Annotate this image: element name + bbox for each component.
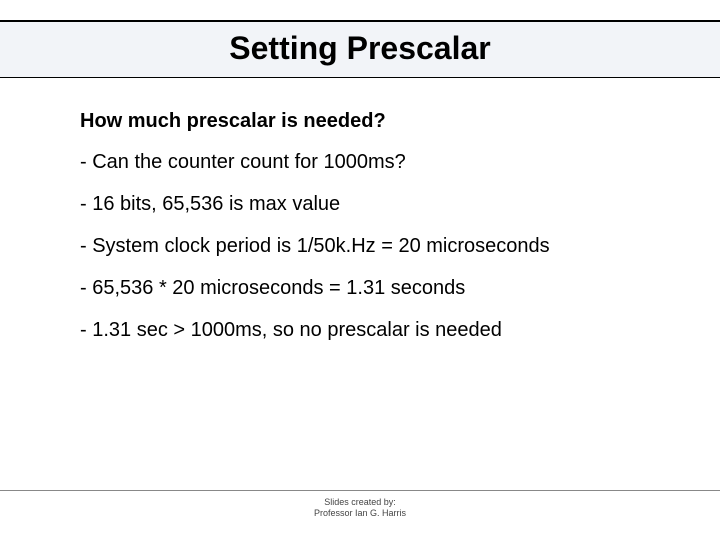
bullet-item: - Can the counter count for 1000ms? [80, 149, 660, 175]
bullet-item: - 16 bits, 65,536 is max value [80, 191, 660, 217]
bullet-item: - 65,536 * 20 microseconds = 1.31 second… [80, 275, 660, 301]
bullet-item: - 1.31 sec > 1000ms, so no prescalar is … [80, 317, 660, 343]
slide: Setting Prescalar How much prescalar is … [0, 0, 720, 540]
bullet-item: - System clock period is 1/50k.Hz = 20 m… [80, 233, 660, 259]
title-band: Setting Prescalar [0, 20, 720, 78]
question-heading: How much prescalar is needed? [80, 110, 660, 133]
slide-title: Setting Prescalar [0, 30, 720, 67]
slide-content: How much prescalar is needed? - Can the … [0, 78, 720, 359]
slide-footer: Slides created by: Professor Ian G. Harr… [0, 490, 720, 520]
footer-line-1: Slides created by: [0, 497, 720, 509]
footer-line-2: Professor Ian G. Harris [0, 508, 720, 520]
